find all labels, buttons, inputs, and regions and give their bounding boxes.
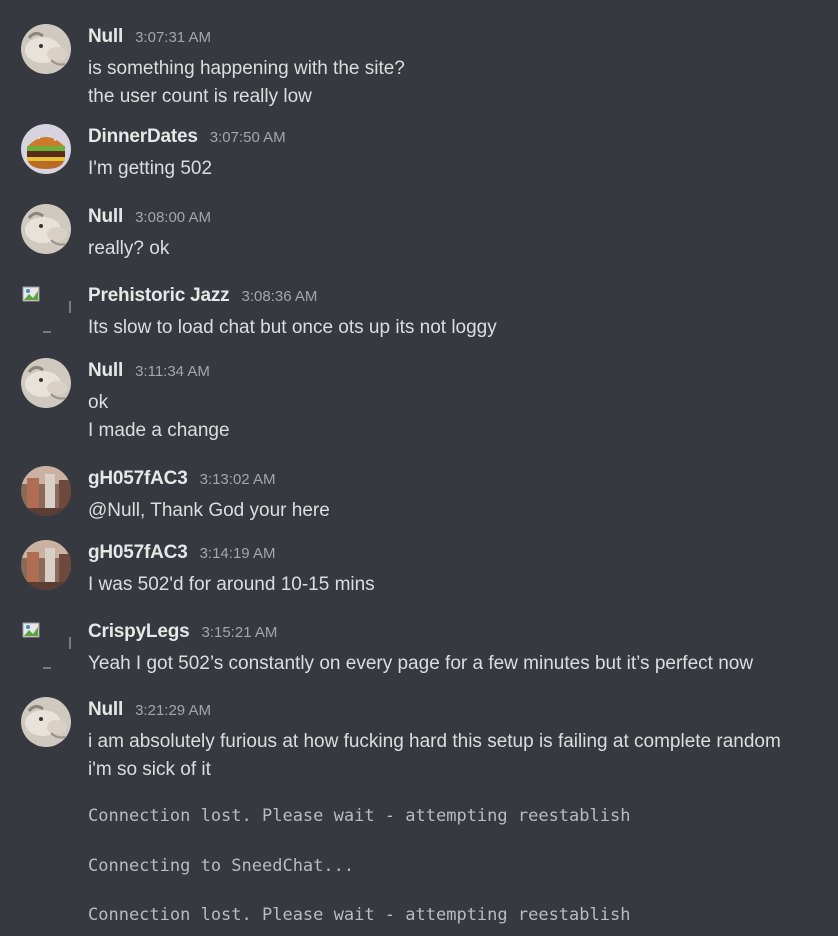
- message-author[interactable]: gH057fAC3 3:14:19 AM: [88, 542, 275, 564]
- message-author[interactable]: Null 3:08:00 AM: [88, 206, 211, 228]
- message-author[interactable]: Null 3:07:31 AM: [88, 26, 211, 48]
- message-author[interactable]: CrispyLegs 3:15:21 AM: [88, 621, 277, 643]
- message-text: really? ok: [88, 238, 170, 259]
- message-timestamp: 3:13:02 AM: [199, 471, 276, 488]
- user-avatar[interactable]: [21, 466, 71, 516]
- author-name[interactable]: Null: [88, 206, 123, 227]
- dog-avatar-icon: [21, 24, 71, 74]
- message-author[interactable]: DinnerDates 3:07:50 AM: [88, 126, 286, 148]
- author-name[interactable]: CrispyLegs: [88, 621, 190, 642]
- broken-image-icon: [22, 286, 71, 333]
- message-text: I was 502'd for around 10-15 mins: [88, 574, 375, 595]
- message-text: Yeah I got 502’s constantly on every pag…: [88, 653, 754, 674]
- message-timestamp: 3:21:29 AM: [135, 702, 211, 719]
- message-body: is something happening with the site? th…: [88, 55, 833, 111]
- room-photo-avatar-icon: [21, 540, 71, 590]
- user-avatar[interactable]: [21, 619, 71, 669]
- author-name[interactable]: Null: [88, 360, 123, 381]
- message-body: I'm getting 502: [88, 155, 833, 183]
- message-text: i'm so sick of it: [88, 759, 211, 780]
- message-text: the user count is really low: [88, 86, 312, 107]
- dog-avatar-icon: [21, 697, 71, 747]
- burger-avatar-icon: [21, 124, 71, 174]
- message-author[interactable]: Prehistoric Jazz 3:08:36 AM: [88, 285, 317, 307]
- message-body: I was 502'd for around 10-15 mins: [88, 571, 833, 599]
- message-text: i am absolutely furious at how fucking h…: [88, 731, 781, 752]
- message-text: @Null, Thank God your here: [88, 500, 330, 521]
- message-text: I made a change: [88, 420, 230, 441]
- message-body: @Null, Thank God your here: [88, 497, 833, 525]
- author-name[interactable]: Prehistoric Jazz: [88, 285, 230, 306]
- dog-avatar-icon: [21, 204, 71, 254]
- message-text: is something happening with the site?: [88, 58, 405, 79]
- user-avatar[interactable]: [21, 358, 71, 408]
- system-message: Connection lost. Please wait - attemptin…: [88, 806, 631, 826]
- system-message: Connection lost. Please wait - attemptin…: [88, 905, 631, 925]
- user-avatar[interactable]: [21, 124, 71, 174]
- message-timestamp: 3:08:00 AM: [135, 209, 211, 226]
- system-message: Connecting to SneedChat...: [88, 856, 355, 876]
- message-timestamp: 3:11:34 AM: [135, 363, 210, 380]
- message-text: ok: [88, 392, 109, 413]
- message-timestamp: 3:07:31 AM: [135, 29, 211, 46]
- author-name[interactable]: gH057fAC3: [88, 468, 188, 489]
- message-author[interactable]: Null 3:21:29 AM: [88, 699, 211, 721]
- broken-image-icon: [22, 622, 71, 669]
- room-photo-avatar-icon: [21, 466, 71, 516]
- message-body: Yeah I got 502’s constantly on every pag…: [88, 650, 833, 678]
- user-avatar[interactable]: [21, 24, 71, 74]
- author-name[interactable]: gH057fAC3: [88, 542, 188, 563]
- message-body: really? ok: [88, 235, 833, 263]
- message-body: Its slow to load chat but once ots up it…: [88, 314, 833, 342]
- message-body: i am absolutely furious at how fucking h…: [88, 728, 833, 784]
- message-timestamp: 3:07:50 AM: [209, 129, 286, 146]
- dog-avatar-icon: [21, 358, 71, 408]
- message-text: I'm getting 502: [88, 158, 213, 179]
- user-avatar[interactable]: [21, 204, 71, 254]
- message-author[interactable]: Null 3:11:34 AM: [88, 360, 210, 382]
- user-avatar[interactable]: [21, 697, 71, 747]
- message-body: ok I made a change: [88, 389, 833, 445]
- author-name[interactable]: Null: [88, 699, 123, 720]
- user-avatar[interactable]: [21, 283, 71, 333]
- author-name[interactable]: DinnerDates: [88, 126, 198, 147]
- message-text: Its slow to load chat but once ots up it…: [88, 317, 497, 338]
- chat-log: Null 3:07:31 AM is something happening wi…: [0, 0, 838, 936]
- message-author[interactable]: gH057fAC3 3:13:02 AM: [88, 468, 275, 490]
- message-timestamp: 3:14:19 AM: [199, 545, 276, 562]
- user-avatar[interactable]: [21, 540, 71, 590]
- message-timestamp: 3:08:36 AM: [241, 288, 318, 305]
- message-timestamp: 3:15:21 AM: [201, 624, 278, 641]
- author-name[interactable]: Null: [88, 26, 123, 47]
